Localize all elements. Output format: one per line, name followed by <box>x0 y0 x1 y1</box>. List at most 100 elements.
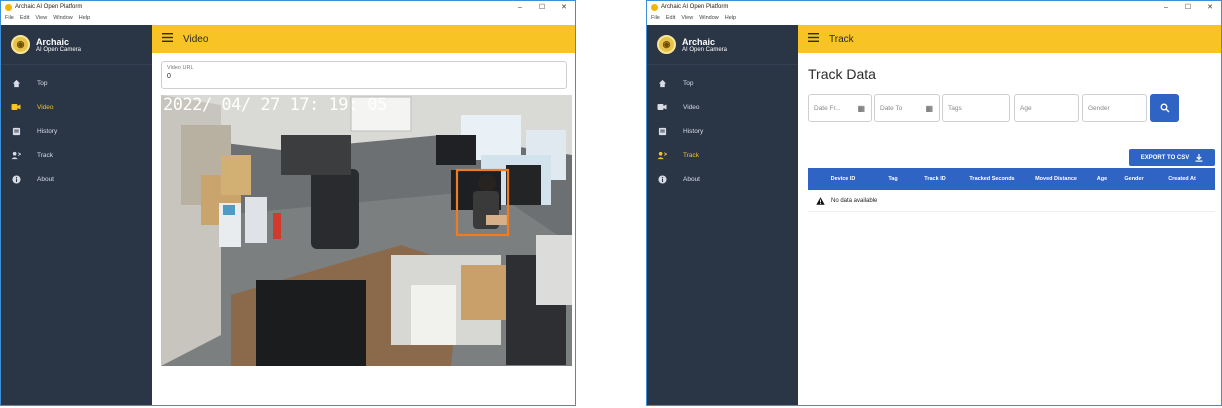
home-icon <box>657 78 667 88</box>
nav-item-video[interactable]: Video <box>1 95 152 119</box>
video-timestamp: 2022/ 04/ 27 17: 19: 05 <box>163 95 387 115</box>
menu-view[interactable]: View <box>681 15 693 21</box>
videocam-icon <box>657 102 667 112</box>
col-gender[interactable]: Gender <box>1114 176 1154 182</box>
menu-edit[interactable]: Edit <box>20 15 29 21</box>
video-url-field[interactable]: Video URL 0 <box>161 61 567 89</box>
track-main: Track Data Date Fr... ▦ Date To ▦ Tags A… <box>798 53 1221 405</box>
calendar-icon[interactable]: ▦ <box>857 104 865 113</box>
minimize-button[interactable]: – <box>509 4 531 11</box>
menu-view[interactable]: View <box>35 15 47 21</box>
logo-icon: ◉ <box>657 35 676 54</box>
track-window: Archaic AI Open Platform – ☐ ✕ File Edit… <box>646 0 1222 406</box>
app-icon <box>5 3 12 11</box>
video-feed: 2022/ 04/ 27 17: 19: 05 <box>161 95 572 366</box>
nav-item-about[interactable]: About <box>647 167 798 191</box>
close-button[interactable]: ✕ <box>1199 3 1221 11</box>
brand-name: Archaic <box>682 36 716 47</box>
office-camera-frame <box>161 95 572 366</box>
menu-help[interactable]: Help <box>725 15 736 21</box>
info-icon <box>11 174 21 184</box>
minimize-button[interactable]: – <box>1155 4 1177 11</box>
video-window: Archaic AI Open Platform – ☐ ✕ File Edit… <box>0 0 576 406</box>
age-placeholder: Age <box>1020 104 1032 112</box>
nav-label: About <box>683 175 700 183</box>
col-moved-distance[interactable]: Moved Distance <box>1022 176 1090 182</box>
col-age[interactable]: Age <box>1090 176 1114 182</box>
videocam-icon <box>11 102 21 112</box>
col-tracked-seconds[interactable]: Tracked Seconds <box>962 176 1022 182</box>
video-url-value: 0 <box>167 73 171 80</box>
col-track-id[interactable]: Track ID <box>908 176 962 182</box>
date-to-field[interactable]: Date To ▦ <box>874 94 940 122</box>
menu-help[interactable]: Help <box>79 15 90 21</box>
col-device-id[interactable]: Device ID <box>808 176 878 182</box>
close-button[interactable]: ✕ <box>553 3 575 11</box>
maximize-button[interactable]: ☐ <box>531 3 553 11</box>
nav-item-track[interactable]: Track <box>647 143 798 167</box>
date-from-placeholder: Date Fr... <box>814 104 841 112</box>
date-from-field[interactable]: Date Fr... ▦ <box>808 94 872 122</box>
menu-edit[interactable]: Edit <box>666 15 675 21</box>
page-header: Video <box>183 33 209 45</box>
nav-item-track[interactable]: Track <box>1 143 152 167</box>
nav-label: History <box>37 127 58 135</box>
sidebar: ◉ Archaic AI Open Camera Top Video Histo <box>1 25 152 405</box>
info-icon <box>657 174 667 184</box>
menu-icon[interactable] <box>162 33 173 45</box>
export-label: EXPORT TO CSV <box>1140 154 1190 161</box>
brand: ◉ Archaic AI Open Camera <box>647 25 798 65</box>
table-header: Device ID Tag Track ID Tracked Seconds M… <box>808 168 1215 190</box>
home-icon <box>11 78 21 88</box>
app-icon <box>651 3 658 11</box>
nav-label: Video <box>37 103 54 111</box>
nav-label: About <box>37 175 54 183</box>
menu-window[interactable]: Window <box>53 15 73 21</box>
history-icon <box>11 126 21 136</box>
date-to-placeholder: Date To <box>880 104 903 112</box>
history-icon <box>657 126 667 136</box>
age-field[interactable]: Age <box>1014 94 1079 122</box>
sidebar: ◉ Archaic AI Open Camera Top Video Histo <box>647 25 798 405</box>
calendar-icon[interactable]: ▦ <box>925 104 933 113</box>
nav-label: History <box>683 127 704 135</box>
no-data-text: No data available <box>831 197 878 204</box>
video-main: Video URL 0 2022/ 04/ 27 17: 19: 05 <box>152 53 575 405</box>
tags-field[interactable]: Tags <box>942 94 1010 122</box>
download-icon <box>1195 153 1203 162</box>
export-csv-button[interactable]: EXPORT TO CSV <box>1129 149 1215 166</box>
menu-file[interactable]: File <box>5 15 14 21</box>
search-icon <box>1160 103 1169 113</box>
nav-label: Track <box>37 151 54 159</box>
page-header: Track <box>829 33 854 45</box>
tags-placeholder: Tags <box>948 104 962 112</box>
nav-item-video[interactable]: Video <box>647 95 798 119</box>
track-person-icon <box>11 150 21 160</box>
nav-item-top[interactable]: Top <box>647 71 798 95</box>
no-data-row: No data available <box>808 190 1215 212</box>
menu-window[interactable]: Window <box>699 15 719 21</box>
gender-field[interactable]: Gender <box>1082 94 1147 122</box>
menu-icon[interactable] <box>808 33 819 45</box>
window-title: Archaic AI Open Platform <box>661 4 729 10</box>
brand: ◉ Archaic AI Open Camera <box>1 25 152 65</box>
video-url-label: Video URL <box>167 65 194 71</box>
menu-file[interactable]: File <box>651 15 660 21</box>
nav-label: Top <box>37 79 48 87</box>
col-created-at[interactable]: Created At <box>1154 176 1210 182</box>
brand-sub: AI Open Camera <box>36 46 82 53</box>
brand-sub: AI Open Camera <box>682 46 728 53</box>
menu-bar: File Edit View Window Help <box>1 13 575 23</box>
nav-label: Top <box>683 79 694 87</box>
maximize-button[interactable]: ☐ <box>1177 3 1199 11</box>
nav-item-about[interactable]: About <box>1 167 152 191</box>
gender-placeholder: Gender <box>1088 104 1110 112</box>
col-tag[interactable]: Tag <box>878 176 908 182</box>
nav-item-history[interactable]: History <box>647 119 798 143</box>
nav-item-history[interactable]: History <box>1 119 152 143</box>
search-button[interactable] <box>1150 94 1179 122</box>
menu-bar: File Edit View Window Help <box>647 13 1221 23</box>
logo-icon: ◉ <box>11 35 30 54</box>
warning-icon <box>816 196 825 205</box>
nav-item-top[interactable]: Top <box>1 71 152 95</box>
